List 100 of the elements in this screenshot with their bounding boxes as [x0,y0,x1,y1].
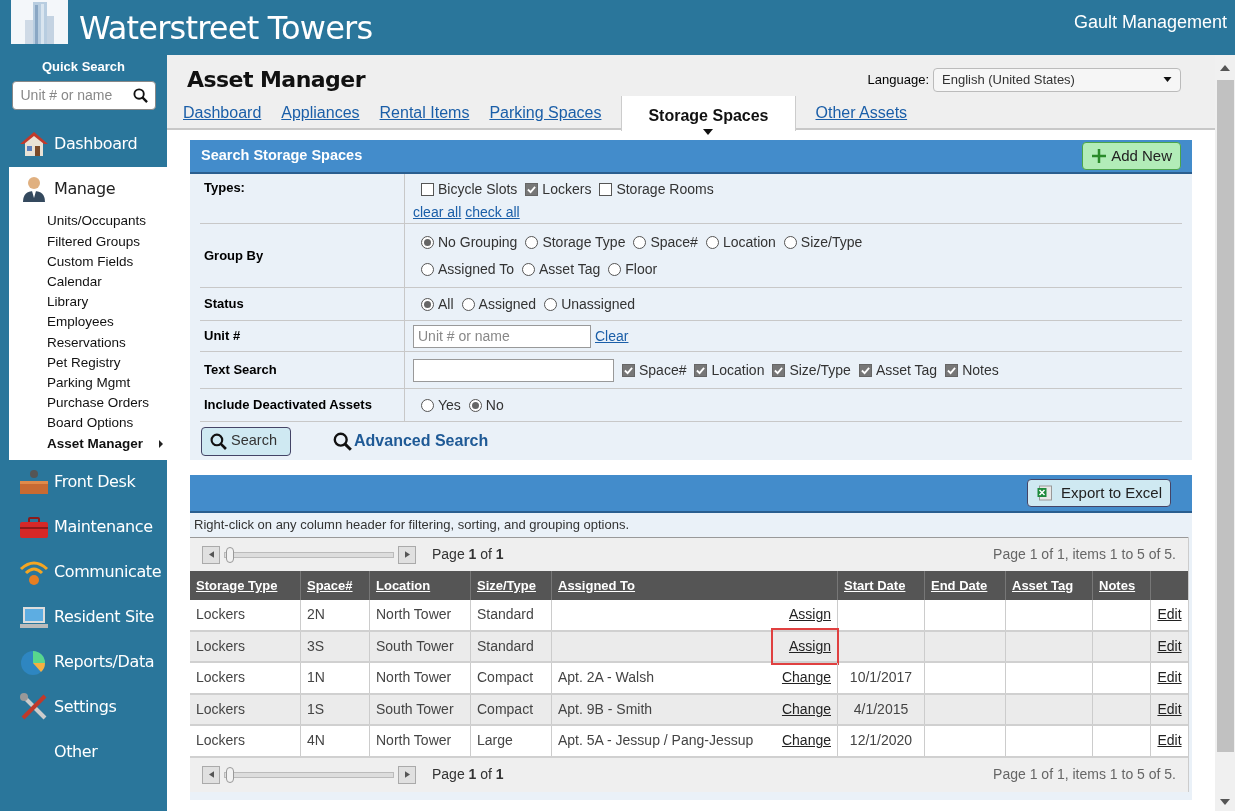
nav-subitem[interactable]: Calendar [9,272,167,293]
radio-button[interactable] [522,262,535,276]
radio-label: Assigned To [438,259,514,279]
unit-input[interactable]: Unit # or name [413,324,591,348]
checkbox[interactable] [772,363,786,377]
checkbox[interactable] [945,363,959,377]
change-link[interactable]: Change [781,698,831,720]
nav-item[interactable]: Other [0,729,167,775]
quick-search-field[interactable]: Unit # or name [11,80,156,110]
page-slider[interactable] [224,766,394,783]
next-page-button[interactable] [398,545,416,564]
assign-link[interactable]: Assign [788,604,831,626]
radio-label: Yes [438,395,461,415]
nav-item[interactable]: Communicate [0,549,167,595]
add-new-button[interactable]: Add New [1082,142,1181,170]
checkbox-label: Storage Rooms [616,179,714,199]
left-arrow-icon [208,771,214,778]
nav-subitem[interactable]: Pet Registry [9,352,167,373]
link[interactable]: check all [465,201,520,223]
nav-subitem[interactable]: Parking Mgmt [9,373,167,394]
nav-item[interactable]: Maintenance [0,504,167,550]
nav-item[interactable]: Dashboard [0,121,167,167]
nav-subitem[interactable]: Filtered Groups [9,231,167,252]
column-header[interactable]: Location [376,575,431,596]
column-header[interactable]: End Date [931,575,988,596]
tab[interactable]: Rental Items [379,101,470,129]
slider-thumb[interactable] [226,546,234,563]
edit-link[interactable]: Edit [1157,667,1182,689]
left-arrow-icon [208,551,214,558]
page-title: Asset Manager [187,66,365,94]
column-header[interactable]: Size/Type [477,575,536,596]
checkbox[interactable] [694,363,708,377]
table-cell-text: South Tower [376,636,454,656]
checkbox[interactable] [525,182,539,196]
column-header[interactable]: Assigned To [558,575,636,596]
nav-subitem[interactable]: Units/Occupants [9,211,167,232]
radio-button[interactable] [544,297,558,311]
search-icon [333,431,352,451]
column-header[interactable]: Notes [1099,575,1136,596]
radio-button[interactable] [525,235,539,249]
change-link[interactable]: Change [781,667,831,689]
next-page-button[interactable] [398,765,416,784]
nav-subitem[interactable]: Asset Manager [9,433,167,454]
search-button[interactable]: Search [201,426,291,456]
text-search-input[interactable] [413,358,614,382]
table-cell-text: 4/1/2015 [853,699,909,719]
change-link[interactable]: Change [781,730,831,752]
nav-subitem[interactable]: Employees [9,312,167,333]
column-header[interactable]: Asset Tag [1012,575,1074,596]
radio-button[interactable] [633,235,647,249]
export-to-excel-button[interactable]: Export to Excel [1027,479,1171,507]
edit-link[interactable]: Edit [1157,635,1182,657]
edit-link[interactable]: Edit [1157,730,1182,752]
column-header[interactable]: Space# [307,575,353,596]
radio-button[interactable] [608,262,622,276]
edit-link[interactable]: Edit [1157,698,1182,720]
checkbox[interactable] [421,182,434,196]
table-cell-text: North Tower [376,605,452,625]
nav-item[interactable]: Resident Site [0,594,167,640]
nav-subitem[interactable]: Board Options [9,413,167,434]
edit-link[interactable]: Edit [1157,604,1182,626]
radio-button[interactable] [421,262,434,276]
previous-page-button[interactable] [202,765,220,784]
link[interactable]: clear all [413,201,462,223]
radio-button[interactable] [705,235,719,249]
checkbox[interactable] [858,363,872,377]
page-slider[interactable] [224,546,394,563]
slider-thumb[interactable] [226,766,234,783]
checkbox[interactable] [622,363,635,377]
radio-button[interactable] [783,235,797,249]
language-select[interactable]: English (United States) [933,67,1181,92]
nav-item[interactable]: Reports/Data [0,639,167,685]
nav-subitem[interactable]: Custom Fields [9,251,167,273]
radio-label: Unassigned [561,294,636,314]
nav-subitem[interactable]: Library [9,292,167,313]
column-header[interactable]: Storage Type [196,575,278,596]
radio-button[interactable] [468,398,482,412]
scrollbar[interactable] [1215,55,1235,811]
nav-subitem[interactable]: Reservations [9,332,167,353]
previous-page-button[interactable] [202,545,220,564]
tab[interactable]: Other Assets [815,101,908,129]
advanced-search-link[interactable]: Advanced Search [333,429,489,453]
checkbox[interactable] [599,182,613,196]
nav-item[interactable]: Front Desk [0,459,167,505]
table-cell-text: 3S [307,636,325,656]
tab[interactable]: Appliances [281,101,360,129]
tab[interactable]: Parking Spaces [489,101,602,129]
table-cell-text: Apt. 2A - Walsh [558,668,654,688]
radio-button[interactable] [421,235,434,249]
radio-button[interactable] [421,398,434,412]
column-header[interactable]: Start Date [844,575,906,596]
clear-link[interactable]: Clear [595,325,629,347]
tab[interactable]: Dashboard [183,101,262,129]
nav-item[interactable]: Settings [0,684,167,730]
nav-subitem[interactable]: Purchase Orders [9,393,167,414]
nav-item[interactable]: Manage [9,166,167,212]
radio-button[interactable] [461,297,475,311]
table-cell-text: Apt. 9B - Smith [558,699,653,719]
radio-button[interactable] [421,297,434,311]
assign-link[interactable]: Assign [770,627,839,665]
